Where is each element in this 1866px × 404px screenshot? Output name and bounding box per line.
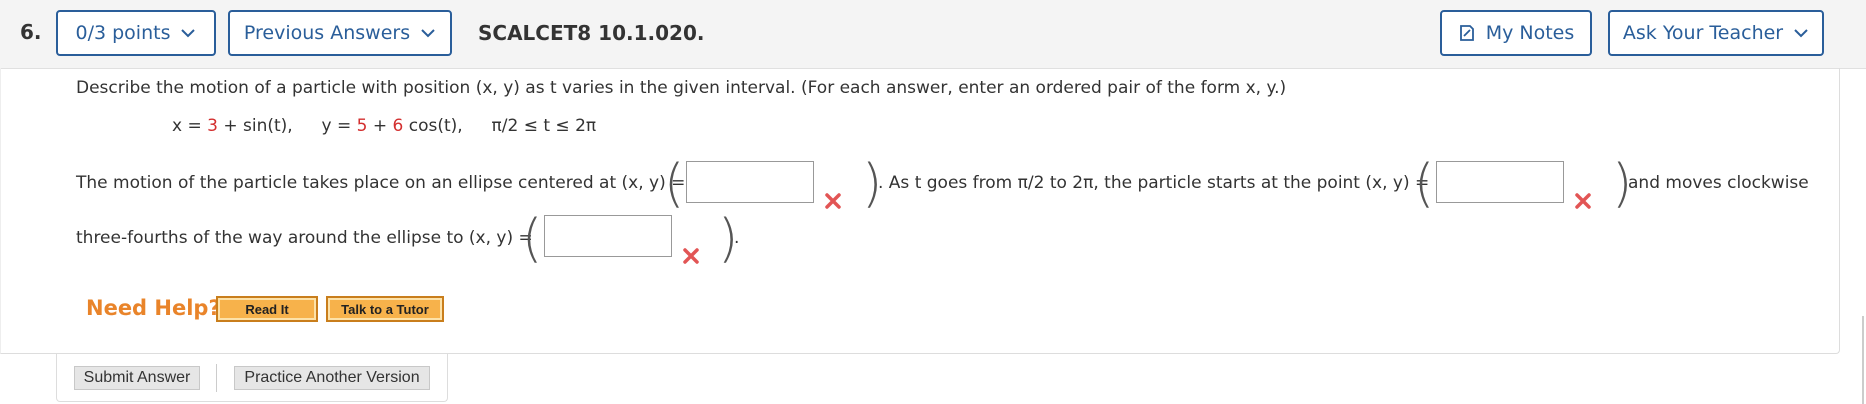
submit-answer-button[interactable]: Submit Answer [74,366,200,390]
y-constant: 5 [356,116,368,136]
question-header: 6. 0/3 points Previous Answers SCALCET8 … [0,0,1866,69]
assignment-code: SCALCET8 10.1.020. [478,21,705,45]
my-notes-label: My Notes [1485,22,1575,44]
incorrect-icon [825,193,841,209]
x-suffix: + sin(t), [217,116,293,136]
x-prefix: x = [172,116,208,136]
ask-your-teacher-label: Ask Your Teacher [1622,22,1784,44]
sentence-start-point: . As t goes from π/2 to 2π, the particle… [878,173,1430,193]
chevron-down-icon [1794,29,1808,38]
read-it-button[interactable]: Read It [216,296,318,322]
left-paren: ( [664,154,685,214]
x-constant: 3 [207,116,218,136]
y-coefficient: 6 [392,116,404,136]
ask-your-teacher-button[interactable]: Ask Your Teacher [1608,10,1824,56]
sentence-period: . [734,228,740,248]
y-mid: + [367,116,393,136]
sentence-clockwise: and moves clockwise [1628,173,1809,193]
practice-another-version-button[interactable]: Practice Another Version [234,366,430,390]
my-notes-button[interactable]: My Notes [1440,10,1592,56]
sentence-ellipse-center: The motion of the particle takes place o… [76,173,686,193]
y-suffix: cos(t), [403,116,463,136]
parametric-equations: x = 3 + sin(t), y = 5 + 6 cos(t), π/2 ≤ … [172,116,596,136]
need-help-label: Need Help? [86,296,221,320]
question-number: 6. [20,20,42,44]
previous-answers-label: Previous Answers [243,22,411,44]
talk-to-tutor-button[interactable]: Talk to a Tutor [326,296,444,322]
previous-answers-button[interactable]: Previous Answers [228,10,452,56]
incorrect-icon [1575,193,1591,209]
scrollbar-edge [1862,316,1864,404]
note-icon [1459,25,1474,41]
divider [216,364,217,392]
left-paren: ( [1414,154,1435,214]
sentence-end-point: three-fourths of the way around the elli… [76,228,533,248]
answer-input-end[interactable] [544,215,672,257]
chevron-down-icon [421,29,435,38]
interval: π/2 ≤ t ≤ 2π [491,116,597,136]
answer-input-center[interactable] [686,161,814,203]
incorrect-icon [683,248,699,264]
left-paren: ( [522,209,543,269]
points-dropdown-button[interactable]: 0/3 points [56,10,216,56]
chevron-down-icon [181,29,196,38]
y-prefix: y = [321,116,357,136]
points-label: 0/3 points [75,22,171,44]
question-intro: Describe the motion of a particle with p… [76,78,1287,98]
answer-input-start[interactable] [1436,161,1564,203]
